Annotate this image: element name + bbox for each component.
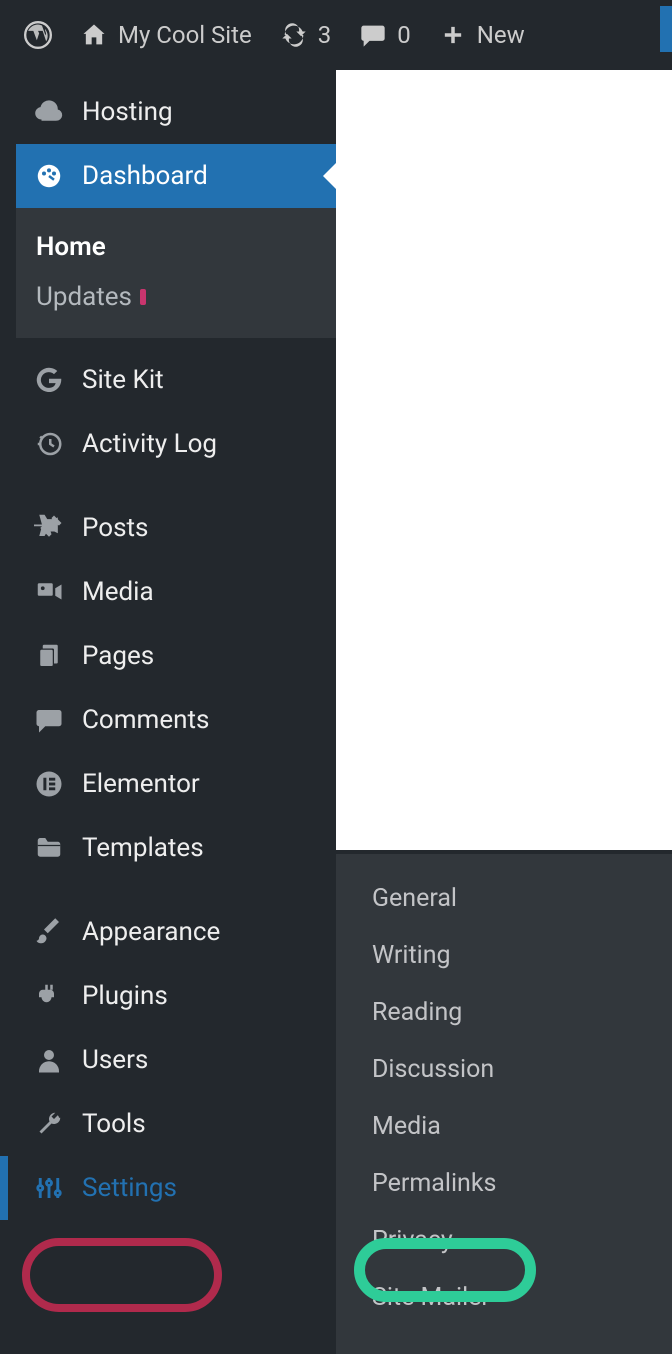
flyout-label: Privacy xyxy=(372,1226,453,1255)
menu-users[interactable]: Users xyxy=(16,1028,336,1092)
plus-icon xyxy=(439,21,467,49)
comments-count: 0 xyxy=(397,21,411,49)
highlight-settings xyxy=(22,1238,222,1312)
menu-label: Posts xyxy=(82,513,148,543)
flyout-label: Media xyxy=(372,1112,441,1141)
settings-privacy[interactable]: Privacy xyxy=(336,1212,672,1269)
settings-permalinks[interactable]: Permalinks xyxy=(336,1155,672,1212)
updates-link[interactable]: 3 xyxy=(266,0,346,70)
menu-label: Tools xyxy=(82,1109,146,1139)
site-name-label: My Cool Site xyxy=(118,21,252,49)
google-icon xyxy=(34,365,64,395)
menu-label: Settings xyxy=(82,1173,177,1203)
main-content-area xyxy=(336,70,672,850)
menu-label: Hosting xyxy=(82,97,173,127)
settings-media[interactable]: Media xyxy=(336,1098,672,1155)
user-icon xyxy=(34,1045,64,1075)
dashboard-submenu: Home Updates xyxy=(16,208,336,338)
dashboard-icon xyxy=(34,161,64,191)
admin-sidebar: Hosting Dashboard Home Updates Site Kit … xyxy=(16,70,336,1220)
menu-hosting[interactable]: Hosting xyxy=(16,80,336,144)
settings-general[interactable]: General xyxy=(336,870,672,927)
flyout-label: Discussion xyxy=(372,1055,494,1084)
pages-icon xyxy=(34,641,64,671)
brush-icon xyxy=(34,917,64,947)
elementor-icon xyxy=(34,769,64,799)
folder-icon xyxy=(34,833,64,863)
flyout-label: Site Mailer xyxy=(372,1283,490,1312)
history-icon xyxy=(34,429,64,459)
comment-icon xyxy=(359,21,387,49)
new-label: New xyxy=(477,21,525,49)
menu-comments[interactable]: Comments xyxy=(16,688,336,752)
settings-writing[interactable]: Writing xyxy=(336,927,672,984)
new-content-button[interactable]: New xyxy=(425,0,539,70)
menu-label: Pages xyxy=(82,641,154,671)
wordpress-icon xyxy=(24,21,52,49)
wrench-icon xyxy=(34,1109,64,1139)
settings-site-mailer[interactable]: Site Mailer xyxy=(336,1269,672,1326)
comments-icon xyxy=(34,705,64,735)
wordpress-logo-button[interactable] xyxy=(10,0,66,70)
comments-link[interactable]: 0 xyxy=(345,0,425,70)
settings-flyout: General Writing Reading Discussion Media… xyxy=(336,854,672,1354)
submenu-home[interactable]: Home xyxy=(16,222,336,272)
settings-reading[interactable]: Reading xyxy=(336,984,672,1041)
menu-label: Users xyxy=(82,1045,148,1075)
menu-label: Appearance xyxy=(82,917,220,947)
flyout-label: Reading xyxy=(372,998,462,1027)
flyout-label: Writing xyxy=(372,941,451,970)
menu-label: Dashboard xyxy=(82,161,208,191)
flyout-label: General xyxy=(372,884,457,913)
home-icon xyxy=(80,21,108,49)
update-indicator-icon xyxy=(140,289,146,305)
menu-posts[interactable]: Posts xyxy=(16,496,336,560)
flyout-label: Permalinks xyxy=(372,1169,496,1198)
menu-label: Elementor xyxy=(82,769,200,799)
menu-label: Templates xyxy=(82,833,204,863)
menu-label: Plugins xyxy=(82,981,168,1011)
menu-label: Site Kit xyxy=(82,365,164,395)
menu-activity-log[interactable]: Activity Log xyxy=(16,412,336,476)
menu-dashboard[interactable]: Dashboard xyxy=(16,144,336,208)
plugin-icon xyxy=(34,981,64,1011)
admin-toolbar: My Cool Site 3 0 New xyxy=(0,0,672,70)
toolbar-edge-indicator xyxy=(660,6,672,52)
menu-elementor[interactable]: Elementor xyxy=(16,752,336,816)
menu-tools[interactable]: Tools xyxy=(16,1092,336,1156)
menu-settings[interactable]: Settings xyxy=(16,1156,336,1220)
menu-label: Comments xyxy=(82,705,209,735)
menu-templates[interactable]: Templates xyxy=(16,816,336,880)
submenu-label: Updates xyxy=(36,282,132,312)
menu-media[interactable]: Media xyxy=(16,560,336,624)
menu-plugins[interactable]: Plugins xyxy=(16,964,336,1028)
menu-site-kit[interactable]: Site Kit xyxy=(16,348,336,412)
site-home-link[interactable]: My Cool Site xyxy=(66,0,266,70)
updates-count: 3 xyxy=(318,21,332,49)
submenu-label: Home xyxy=(36,232,106,262)
media-icon xyxy=(34,577,64,607)
settings-discussion[interactable]: Discussion xyxy=(336,1041,672,1098)
menu-label: Media xyxy=(82,577,154,607)
updates-icon xyxy=(280,21,308,49)
menu-appearance[interactable]: Appearance xyxy=(16,900,336,964)
submenu-updates[interactable]: Updates xyxy=(16,272,336,322)
cloud-icon xyxy=(34,97,64,127)
pin-icon xyxy=(34,513,64,543)
menu-label: Activity Log xyxy=(82,429,217,459)
menu-pages[interactable]: Pages xyxy=(16,624,336,688)
sliders-icon xyxy=(34,1173,64,1203)
